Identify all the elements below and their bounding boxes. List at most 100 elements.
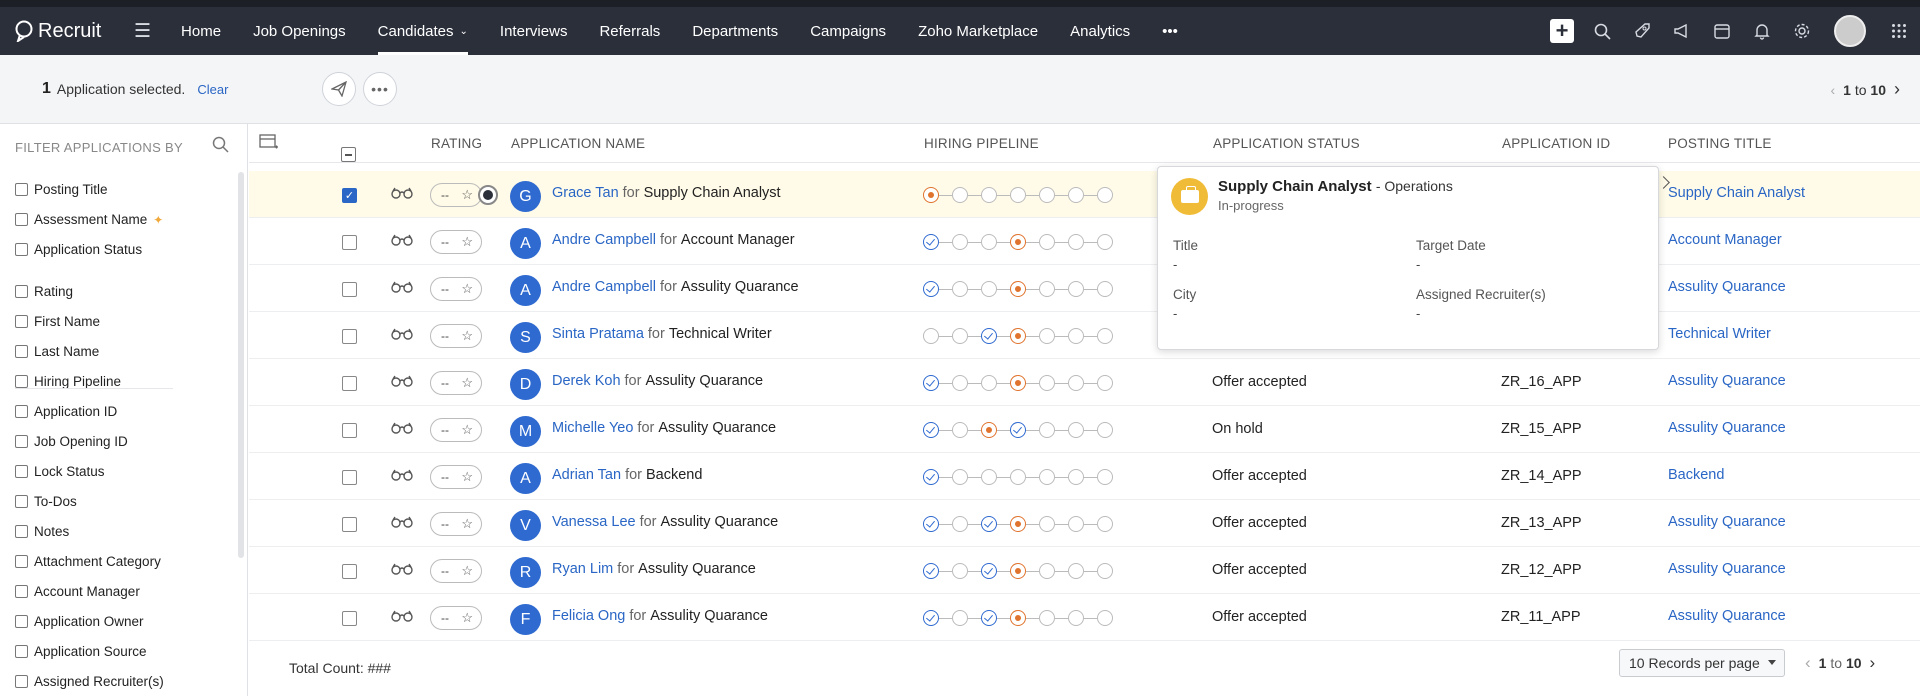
filter-checkbox[interactable] [15, 285, 28, 298]
pipeline-stage-current-icon[interactable] [923, 187, 939, 203]
pipeline-stage-pending-icon[interactable] [1068, 234, 1084, 250]
next-page-icon[interactable]: › [1870, 653, 1876, 673]
pipeline-stage-current-icon[interactable] [1010, 610, 1026, 626]
filter-item[interactable]: Application ID [15, 404, 117, 419]
filter-item[interactable]: Attachment Category [15, 554, 161, 569]
star-icon[interactable]: ☆ [461, 281, 473, 297]
pipeline-stage-complete-icon[interactable] [923, 563, 939, 579]
nav-job-openings[interactable]: Job Openings [237, 7, 362, 55]
table-row[interactable]: ✓ -- ☆ G Grace Tan for Supply Chain Analyst Sup… [249, 171, 1920, 218]
rocket-icon[interactable] [1622, 7, 1662, 55]
pipeline-stage-pending-icon[interactable] [981, 375, 997, 391]
nav-interviews[interactable]: Interviews [484, 7, 584, 55]
hiring-pipeline[interactable] [923, 328, 1113, 344]
nav-referrals[interactable]: Referrals [583, 7, 676, 55]
table-row[interactable]: -- ☆ V Vanessa Lee for Assulity Quarance Offer… [249, 500, 1920, 547]
filter-item[interactable]: To-Dos [15, 494, 77, 509]
user-avatar[interactable] [1834, 15, 1866, 47]
pipeline-stage-pending-icon[interactable] [1010, 469, 1026, 485]
posting-title-link[interactable]: Assulity Quarance [1668, 514, 1786, 530]
pipeline-stage-pending-icon[interactable] [1039, 328, 1055, 344]
pipeline-stage-pending-icon[interactable] [1068, 422, 1084, 438]
candidate-name-link[interactable]: Andre Campbell [552, 232, 656, 248]
pipeline-stage-pending-icon[interactable] [1068, 516, 1084, 532]
pipeline-stage-pending-icon[interactable] [981, 469, 997, 485]
pipeline-stage-pending-icon[interactable] [1097, 187, 1113, 203]
pipeline-stage-pending-icon[interactable] [1068, 328, 1084, 344]
pipeline-stage-pending-icon[interactable] [952, 187, 968, 203]
table-row[interactable]: -- ☆ A Andre Campbell for Assulity Quarance As… [249, 265, 1920, 312]
search-icon[interactable] [1582, 7, 1622, 55]
pipeline-stage-current-icon[interactable] [1010, 563, 1026, 579]
pipeline-stage-pending-icon[interactable] [923, 328, 939, 344]
quick-view-icon[interactable] [391, 234, 413, 249]
candidate-avatar[interactable]: R [510, 557, 541, 588]
star-icon[interactable]: ☆ [461, 516, 473, 532]
candidate-name-link[interactable]: Derek Koh [552, 373, 621, 389]
star-icon[interactable]: ☆ [461, 375, 473, 391]
row-checkbox[interactable] [342, 329, 357, 344]
table-row[interactable]: -- ☆ S Sinta Pratama for Technical Writer Tech… [249, 312, 1920, 359]
pipeline-stage-pending-icon[interactable] [1039, 187, 1055, 203]
filter-checkbox[interactable] [15, 345, 28, 358]
column-settings-icon[interactable] [259, 133, 279, 154]
filter-checkbox[interactable] [15, 435, 28, 448]
column-application-id[interactable]: APPLICATION ID [1502, 136, 1610, 151]
nav-departments[interactable]: Departments [676, 7, 794, 55]
rating-widget[interactable]: -- ☆ [430, 183, 482, 207]
nav-more-button[interactable]: ••• [1146, 7, 1194, 55]
filter-item[interactable]: First Name [15, 314, 100, 329]
notification-bell-icon[interactable] [1742, 7, 1782, 55]
candidate-avatar[interactable]: M [510, 416, 541, 447]
posting-title-link[interactable]: Account Manager [1668, 232, 1782, 248]
filter-checkbox[interactable] [15, 213, 28, 226]
filter-item[interactable]: Hiring Pipeline [15, 374, 121, 389]
candidate-name-link[interactable]: Adrian Tan [552, 467, 621, 483]
select-all-checkbox[interactable] [341, 135, 356, 162]
pipeline-stage-complete-icon[interactable] [923, 516, 939, 532]
filter-checkbox[interactable] [15, 315, 28, 328]
filter-item[interactable]: Job Opening ID [15, 434, 128, 449]
next-page-icon[interactable]: › [1894, 79, 1900, 100]
filter-checkbox[interactable] [15, 585, 28, 598]
pipeline-stage-pending-icon[interactable] [1068, 563, 1084, 579]
hiring-pipeline[interactable] [923, 281, 1113, 297]
rating-widget[interactable]: -- ☆ [430, 230, 482, 254]
quick-view-icon[interactable] [391, 281, 413, 296]
pipeline-stage-complete-icon[interactable] [923, 469, 939, 485]
posting-title-link[interactable]: Technical Writer [1668, 326, 1771, 342]
star-icon[interactable]: ☆ [461, 563, 473, 579]
filter-checkbox[interactable] [15, 243, 28, 256]
table-row[interactable]: -- ☆ A Andre Campbell for Account Manager Acco… [249, 218, 1920, 265]
pipeline-stage-complete-icon[interactable] [981, 610, 997, 626]
quick-view-icon[interactable] [391, 375, 413, 390]
filter-item[interactable]: Assessment Name ✦ [15, 212, 163, 227]
nav-analytics[interactable]: Analytics [1054, 7, 1146, 55]
row-checkbox[interactable]: ✓ [342, 188, 357, 203]
nav-home[interactable]: Home [165, 7, 237, 55]
hiring-pipeline[interactable] [923, 563, 1113, 579]
pipeline-stage-complete-icon[interactable] [923, 422, 939, 438]
nav-campaigns[interactable]: Campaigns [794, 7, 902, 55]
quick-view-icon[interactable] [391, 328, 413, 343]
pipeline-stage-pending-icon[interactable] [1039, 469, 1055, 485]
pipeline-stage-pending-icon[interactable] [1068, 610, 1084, 626]
calendar-icon[interactable] [1702, 7, 1742, 55]
pipeline-stage-pending-icon[interactable] [981, 187, 997, 203]
filter-item[interactable]: Account Manager [15, 584, 140, 599]
pipeline-stage-pending-icon[interactable] [1097, 328, 1113, 344]
candidate-name-link[interactable]: Michelle Yeo [552, 420, 633, 436]
column-application-status[interactable]: APPLICATION STATUS [1213, 136, 1360, 151]
candidate-name-link[interactable]: Ryan Lim [552, 561, 613, 577]
pipeline-stage-pending-icon[interactable] [952, 328, 968, 344]
pipeline-stage-complete-icon[interactable] [1010, 422, 1026, 438]
posting-title-link[interactable]: Assulity Quarance [1668, 608, 1786, 624]
row-checkbox[interactable] [342, 611, 357, 626]
star-icon[interactable]: ☆ [461, 187, 473, 203]
pipeline-stage-pending-icon[interactable] [952, 281, 968, 297]
filter-checkbox[interactable] [15, 675, 28, 688]
filter-checkbox[interactable] [15, 615, 28, 628]
popover-job-title[interactable]: Supply Chain Analyst [1218, 178, 1372, 195]
candidate-avatar[interactable]: A [510, 275, 541, 306]
record-toggle[interactable] [478, 185, 498, 205]
